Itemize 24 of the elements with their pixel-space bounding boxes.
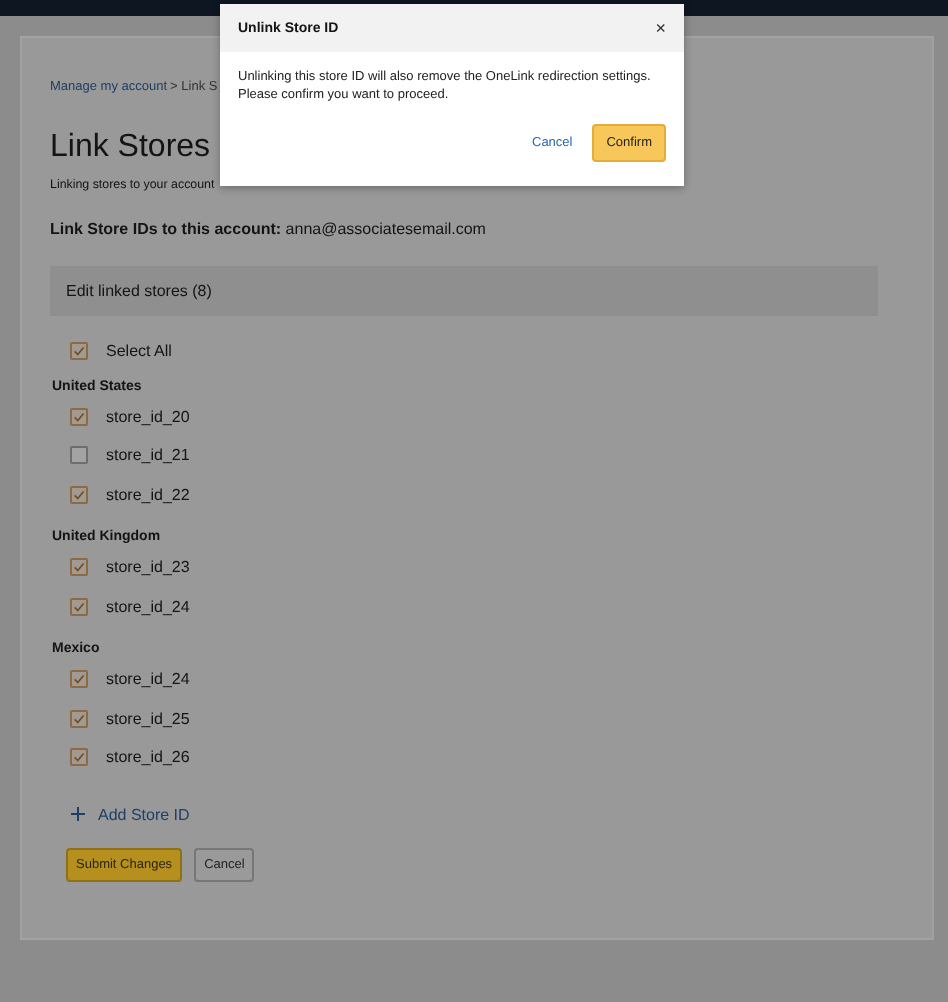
- close-button[interactable]: ×: [655, 18, 666, 38]
- checkbox[interactable]: [70, 446, 88, 465]
- checkbox[interactable]: [70, 558, 88, 577]
- checkbox[interactable]: [70, 748, 88, 767]
- store-id-label: store_id_20: [106, 407, 190, 426]
- account-line: Link Store IDs to this account: anna@associatesemail.com: [50, 220, 488, 238]
- checkbox-label: Select All: [106, 342, 172, 361]
- page-title: Link Stores: [50, 130, 211, 166]
- store-id-label: store_id_25: [106, 709, 190, 728]
- store-id-label: store_id_22: [106, 485, 190, 504]
- section-header: Edit linked stores (8): [50, 266, 878, 316]
- store-id-label: store_id_26: [106, 748, 190, 767]
- checkbox[interactable]: [70, 407, 88, 426]
- checkbox[interactable]: [70, 597, 88, 616]
- checkbox[interactable]: [70, 709, 88, 728]
- checkbox[interactable]: [70, 485, 88, 504]
- checkbox[interactable]: [70, 670, 88, 689]
- plus-icon: [70, 806, 86, 822]
- checkbox[interactable]: [70, 342, 88, 361]
- add-store-link[interactable]: Add Store ID: [70, 805, 904, 823]
- store-id-label: store_id_24: [106, 670, 190, 689]
- store-id-label: store_id_23: [106, 558, 190, 577]
- store-id-label: store_id_21: [106, 446, 190, 465]
- store-id-label: store_id_24: [106, 597, 190, 616]
